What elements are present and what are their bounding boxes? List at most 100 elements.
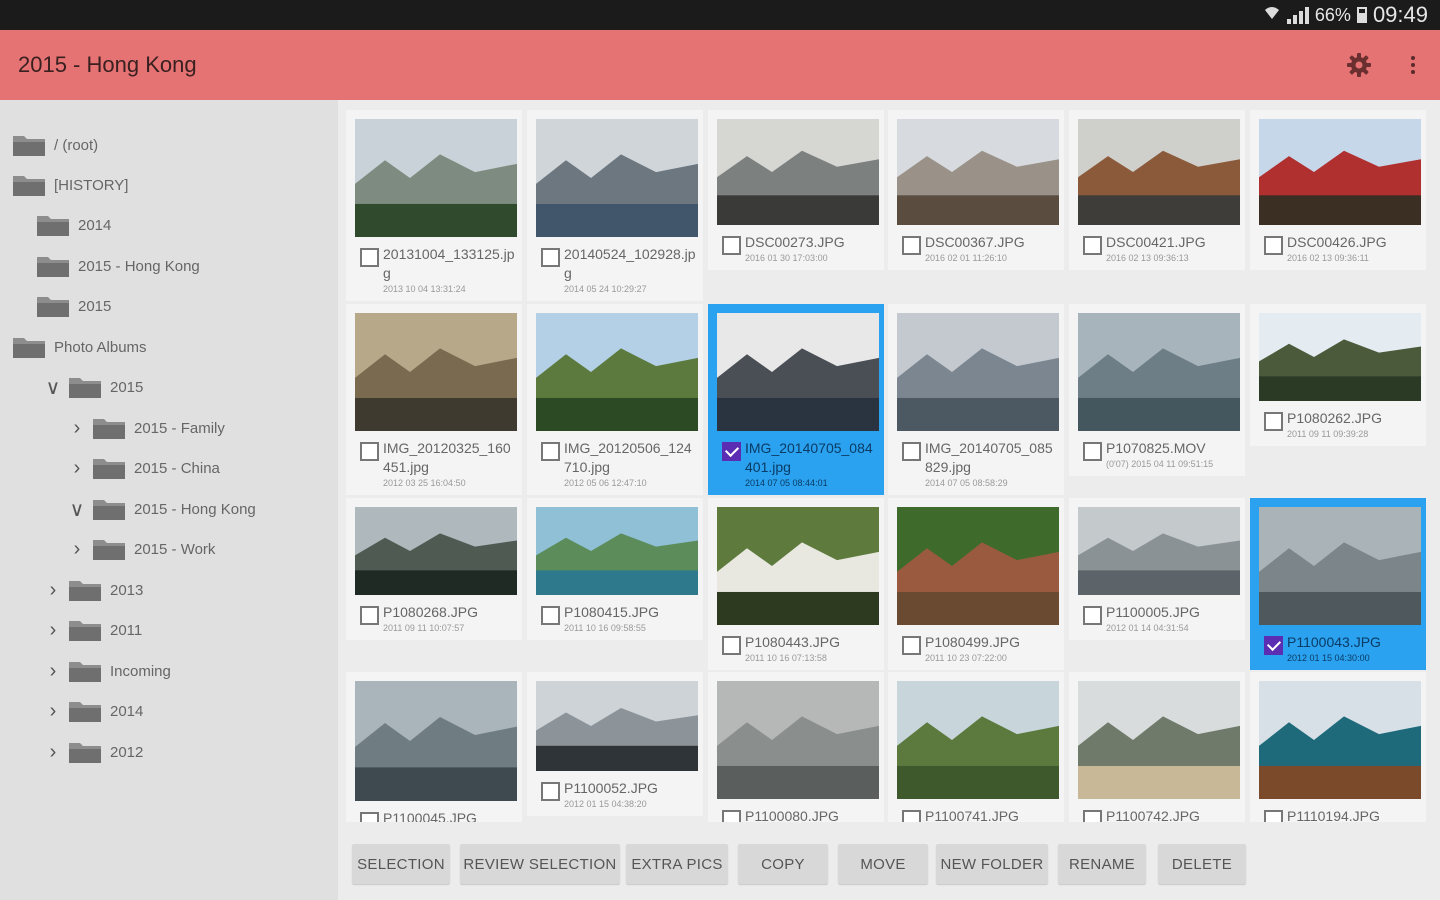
selection-button[interactable]: SELECTION: [352, 844, 450, 884]
photo-tile[interactable]: 20131004_133125.jpg 2013 10 04 13:31:24: [346, 110, 522, 301]
checkbox[interactable]: [360, 606, 379, 625]
tree-item[interactable]: › 2011: [42, 615, 142, 645]
checkbox[interactable]: [722, 442, 741, 461]
photo-tile[interactable]: P1100052.JPG 2012 01 15 04:38:20: [527, 672, 703, 816]
checkbox[interactable]: [722, 636, 741, 655]
chevron-right-icon[interactable]: ›: [66, 453, 88, 483]
photo-tile[interactable]: P1080268.JPG 2011 09 11 10:07:57: [346, 498, 522, 640]
checkbox[interactable]: [1083, 236, 1102, 255]
tree-item[interactable]: › 2015 - Work: [66, 534, 215, 564]
chevron-right-icon[interactable]: ›: [42, 615, 64, 645]
checkbox[interactable]: [1083, 442, 1102, 461]
checkbox[interactable]: [1264, 412, 1283, 431]
move-button[interactable]: MOVE: [838, 844, 928, 884]
photo-tile[interactable]: P1100045.JPG: [346, 672, 522, 822]
review-selection-button[interactable]: REVIEW SELECTION: [460, 844, 620, 884]
tree-item[interactable]: 2015: [36, 291, 111, 321]
tree-item[interactable]: / (root): [12, 130, 98, 160]
tree-item[interactable]: › 2013: [42, 575, 143, 605]
checkbox[interactable]: [541, 248, 560, 267]
chevron-right-icon[interactable]: ›: [42, 656, 64, 686]
chevron-right-icon[interactable]: ›: [42, 575, 64, 605]
more-vert-icon[interactable]: [1404, 52, 1422, 78]
tree-item[interactable]: ∨ 2015 - Hong Kong: [66, 494, 256, 524]
checkbox[interactable]: [902, 442, 921, 461]
photo-tile[interactable]: P1080499.JPG 2011 10 23 07:22:00: [888, 498, 1064, 670]
checkbox[interactable]: [360, 442, 379, 461]
photo-thumbnail[interactable]: [355, 507, 517, 595]
checkbox[interactable]: [1264, 236, 1283, 255]
checkbox[interactable]: [541, 442, 560, 461]
photo-tile[interactable]: IMG_20140705_084401.jpg 2014 07 05 08:44:…: [708, 304, 884, 495]
photo-tile[interactable]: IMG_20120506_124710.jpg 2012 05 06 12:47:…: [527, 304, 703, 495]
chevron-down-icon[interactable]: ∨: [42, 372, 64, 402]
tree-item[interactable]: › 2012: [42, 737, 143, 767]
photo-thumbnail[interactable]: [1259, 119, 1421, 225]
photo-tile[interactable]: DSC00273.JPG 2016 01 30 17:03:00: [708, 110, 884, 270]
checkbox[interactable]: [1264, 636, 1283, 655]
photo-thumbnail[interactable]: [536, 681, 698, 771]
tree-item[interactable]: 2014: [36, 210, 111, 240]
copy-button[interactable]: COPY: [738, 844, 828, 884]
tree-item[interactable]: › 2015 - Family: [66, 413, 225, 443]
photo-thumbnail[interactable]: [355, 313, 517, 431]
chevron-right-icon[interactable]: ›: [42, 696, 64, 726]
photo-thumbnail[interactable]: [1078, 681, 1240, 799]
checkbox[interactable]: [722, 236, 741, 255]
checkbox[interactable]: [722, 810, 741, 822]
photo-tile[interactable]: P1080262.JPG 2011 09 11 09:39:28: [1250, 304, 1426, 446]
photo-thumbnail[interactable]: [536, 313, 698, 431]
tree-item[interactable]: ∨ 2015: [42, 372, 144, 402]
chevron-down-icon[interactable]: ∨: [66, 494, 88, 524]
photo-tile[interactable]: IMG_20140705_085829.jpg 2014 07 05 08:58:…: [888, 304, 1064, 495]
tree-item[interactable]: › 2015 - China: [66, 453, 220, 483]
delete-button[interactable]: DELETE: [1158, 844, 1246, 884]
checkbox[interactable]: [1083, 810, 1102, 822]
photo-tile[interactable]: P1080415.JPG 2011 10 16 09:58:55: [527, 498, 703, 640]
extra-pics-button[interactable]: EXTRA PICS: [626, 844, 728, 884]
photo-thumbnail[interactable]: [717, 313, 879, 431]
photo-tile[interactable]: P1070825.MOV (0'07) 2015 04 11 09:51:15: [1069, 304, 1245, 476]
photo-thumbnail[interactable]: [1259, 313, 1421, 401]
photo-thumbnail[interactable]: [717, 119, 879, 225]
rename-button[interactable]: RENAME: [1058, 844, 1146, 884]
photo-thumbnail[interactable]: [897, 681, 1059, 799]
tree-item[interactable]: Photo Albums: [12, 332, 147, 362]
photo-thumbnail[interactable]: [536, 507, 698, 595]
gear-icon[interactable]: [1346, 52, 1372, 78]
photo-thumbnail[interactable]: [717, 681, 879, 799]
photo-thumbnail[interactable]: [355, 119, 517, 237]
photo-thumbnail[interactable]: [897, 313, 1059, 431]
checkbox[interactable]: [360, 248, 379, 267]
checkbox[interactable]: [541, 782, 560, 801]
photo-tile[interactable]: P1100043.JPG 2012 01 15 04:30:00: [1250, 498, 1426, 670]
chevron-right-icon[interactable]: ›: [66, 413, 88, 443]
photo-tile[interactable]: DSC00421.JPG 2016 02 13 09:36:13: [1069, 110, 1245, 270]
photo-thumbnail[interactable]: [1078, 119, 1240, 225]
photo-tile[interactable]: 20140524_102928.jpg 2014 05 24 10:29:27: [527, 110, 703, 301]
photo-tile[interactable]: P1100742.JPG: [1069, 672, 1245, 822]
chevron-right-icon[interactable]: ›: [66, 534, 88, 564]
photo-tile[interactable]: P1080443.JPG 2011 10 16 07:13:58: [708, 498, 884, 670]
checkbox[interactable]: [902, 236, 921, 255]
new-folder-button[interactable]: NEW FOLDER: [936, 844, 1048, 884]
photo-tile[interactable]: P1100005.JPG 2012 01 14 04:31:54: [1069, 498, 1245, 640]
checkbox[interactable]: [541, 606, 560, 625]
tree-item[interactable]: › Incoming: [42, 656, 171, 686]
tree-item[interactable]: 2015 - Hong Kong: [36, 251, 200, 281]
photo-tile[interactable]: IMG_20120325_160451.jpg 2012 03 25 16:04:…: [346, 304, 522, 495]
tree-item[interactable]: [HISTORY]: [12, 170, 128, 200]
photo-thumbnail[interactable]: [897, 507, 1059, 625]
photo-thumbnail[interactable]: [1078, 313, 1240, 431]
checkbox[interactable]: [360, 812, 379, 822]
tree-item[interactable]: › 2014: [42, 696, 143, 726]
checkbox[interactable]: [902, 636, 921, 655]
photo-tile[interactable]: P1100741.JPG: [888, 672, 1064, 822]
photo-thumbnail[interactable]: [897, 119, 1059, 225]
checkbox[interactable]: [902, 810, 921, 822]
photo-thumbnail[interactable]: [536, 119, 698, 237]
photo-tile[interactable]: DSC00367.JPG 2016 02 01 11:26:10: [888, 110, 1064, 270]
photo-tile[interactable]: DSC00426.JPG 2016 02 13 09:36:11: [1250, 110, 1426, 270]
photo-thumbnail[interactable]: [717, 507, 879, 625]
photo-tile[interactable]: P1100080.JPG: [708, 672, 884, 822]
